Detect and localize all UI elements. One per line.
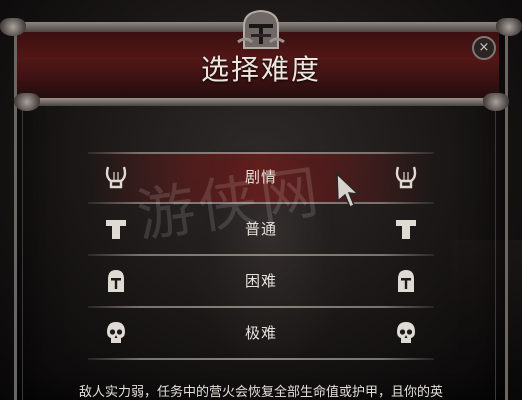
skull-icon xyxy=(397,322,415,343)
difficulty-description: 敌人实力弱，任务中的营火会恢复全部生命值或护甲，且你的英 xyxy=(78,385,443,400)
option-divider xyxy=(88,358,434,360)
difficulty-label: 极难 xyxy=(244,324,277,342)
page-title: 选择难度 xyxy=(200,53,321,86)
corner-ornament-right xyxy=(496,18,522,36)
corner-ornament-left xyxy=(0,18,26,36)
header-bottom-ornament xyxy=(22,98,500,106)
difficulty-screen: 选择难度 × 剧情 普通 困难 极难 游侠网 敌人实力弱，任务中的营火会恢复全部… xyxy=(0,0,522,400)
close-button[interactable]: × xyxy=(472,36,496,60)
difficulty-option-extreme[interactable]: 极难 xyxy=(88,308,434,360)
corner-ornament-bottom-left xyxy=(14,93,40,111)
arrow-cursor-icon xyxy=(336,172,361,209)
knight-helmet-emblem-icon xyxy=(237,9,285,49)
corner-ornament-bottom-right xyxy=(483,93,509,111)
